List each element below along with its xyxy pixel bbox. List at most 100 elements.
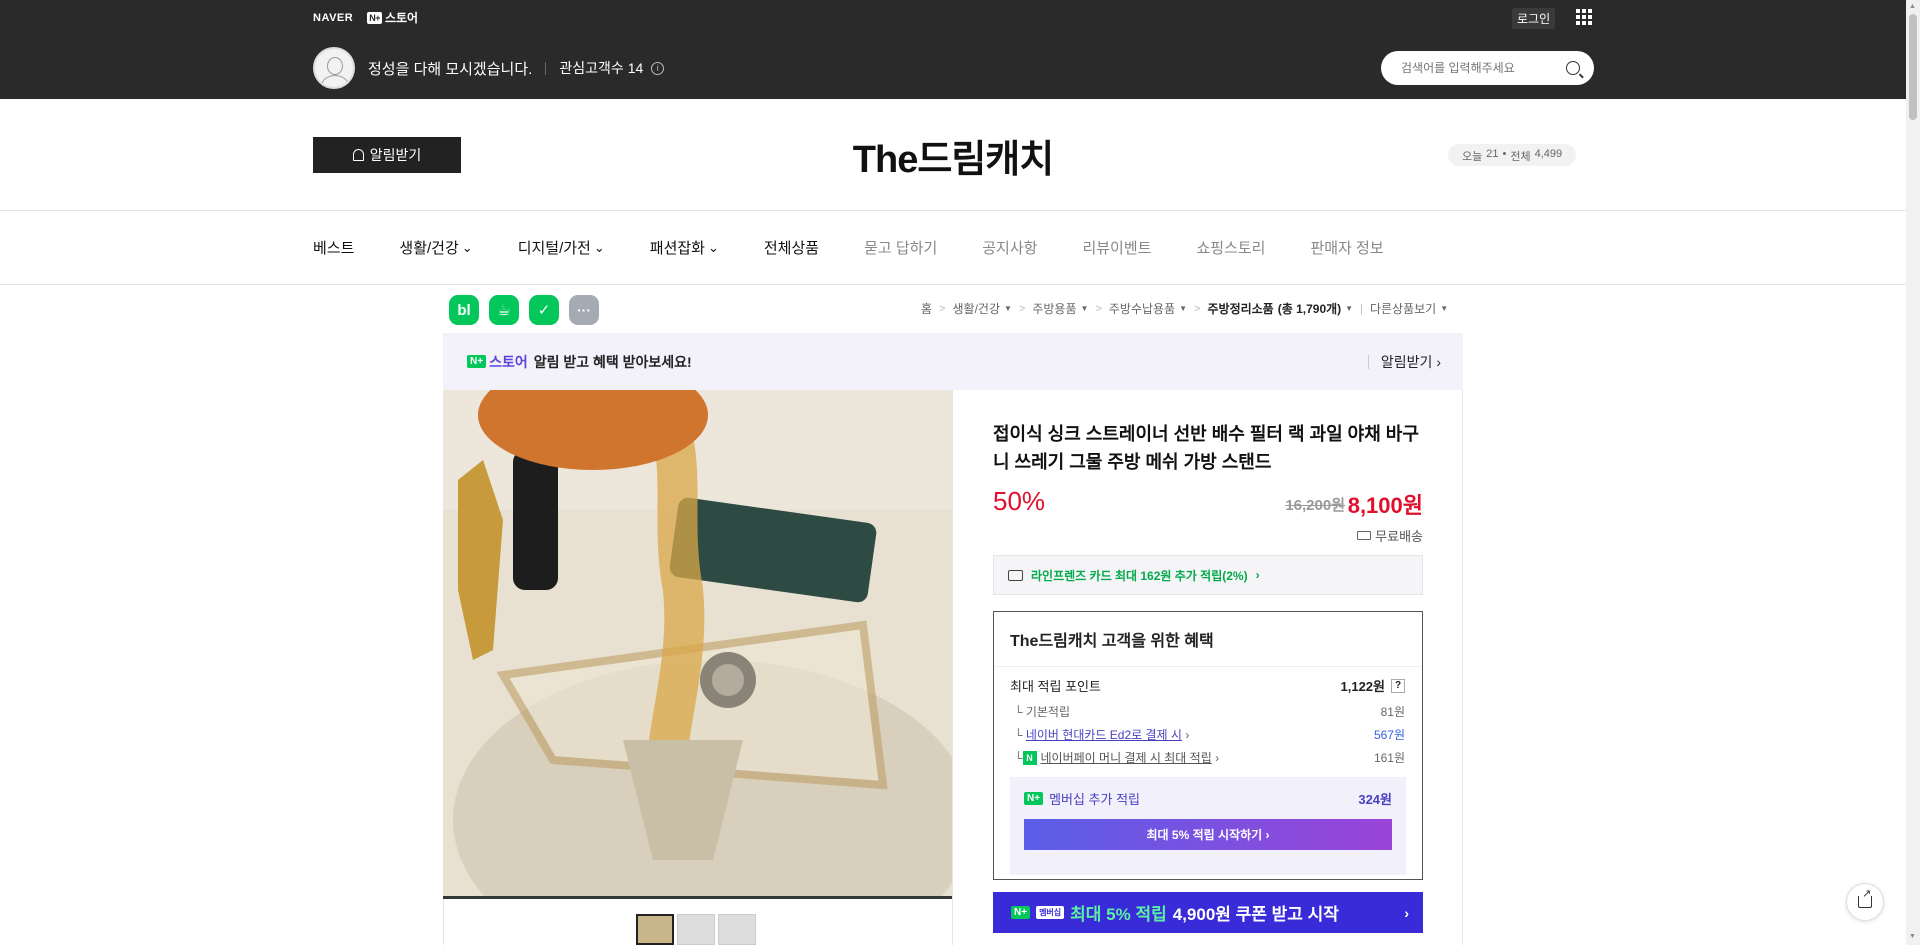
notice-action-label: 알림받기 (1380, 353, 1433, 370)
card-benefit-text: 라인프렌즈 카드 최대 162원 추가 적립(2%) (1031, 568, 1248, 583)
membership-button-label: 최대 5% 적립 시작하기 (1146, 828, 1263, 842)
discount-rate: 50% (993, 486, 1046, 516)
search-box (1381, 51, 1594, 85)
blog-share-icon[interactable]: bl (449, 295, 479, 325)
npay-points-link[interactable]: 네이버페이 머니 결제 시 최대 적립 (1041, 749, 1212, 766)
npay-points-value: 161원 (1373, 751, 1405, 765)
cafe-share-icon[interactable]: ☕ (489, 295, 519, 325)
menu-item-label: 생활/건강 (399, 240, 459, 257)
top-header: NAVER N+ 스토어 로그인 정성을 다해 모시겠습니다. 관심고객수 14… (0, 0, 1920, 99)
more-share-icon[interactable]: ··· (569, 295, 599, 325)
share-button[interactable] (1846, 883, 1884, 921)
today-count: 21 (1486, 148, 1499, 160)
scroll-up-arrow[interactable]: ▲ (1909, 3, 1916, 10)
naver-logo[interactable]: NAVER (313, 12, 353, 24)
chevron-down-icon: ⌄ (593, 239, 605, 255)
npay-points-row: └ N 네이버페이 머니 결제 시 최대 적립 › 161원 (1014, 749, 1405, 766)
notice-store-label: 스토어 (489, 353, 528, 370)
membership-label-text: 멤버십 추가 적립 (1049, 792, 1141, 807)
menu-item-label: 베스트 (313, 240, 355, 257)
membership-value: 324원 (1358, 792, 1392, 807)
credit-card-icon (1008, 569, 1023, 581)
menu-item[interactable]: 리뷰이벤트 (1082, 237, 1151, 258)
menu-item-label: 리뷰이벤트 (1082, 240, 1152, 257)
menu-item-label: 판매자 정보 (1310, 240, 1384, 257)
store-benefits-box: The드림캐치 고객을 위한 혜택 최대 적립 포인트 1,122원 ? └ 기… (993, 611, 1423, 880)
nplus-badge: N+ (1011, 906, 1031, 919)
menu-item-label: 전체상품 (763, 240, 820, 257)
truck-icon (1357, 531, 1372, 540)
menu-item-label: 디지털/가전 (517, 240, 591, 257)
breadcrumb-item[interactable]: 주방수납용품 (1109, 300, 1175, 317)
breadcrumb-item[interactable]: 주방용품 (1032, 300, 1076, 317)
divider (545, 61, 547, 75)
membership-label: N+ 멤버십 추가 적립 (1024, 789, 1140, 808)
menu-item[interactable]: 공지사항 (982, 237, 1037, 258)
product-title: 접이식 싱크 스트레이너 선반 배수 필터 랙 과일 야채 바구니 쓰레기 그물… (993, 424, 1419, 472)
other-products-link[interactable]: 다른상품보기 (1370, 300, 1436, 317)
nplus-badge: N+ (467, 355, 487, 368)
max-points-label: 최대 적립 포인트 (1010, 679, 1101, 694)
visit-counter: 오늘 21 • 전체 4,499 (1448, 144, 1577, 166)
scrollbar-thumb[interactable] (1909, 14, 1917, 120)
menu-item[interactable]: 베스트 (313, 237, 354, 258)
basic-points-value: 81원 (1380, 705, 1405, 719)
chevron-down-icon: ⌄ (707, 239, 719, 255)
scroll-down-arrow[interactable]: ▼ (1909, 933, 1916, 940)
nplus-store-link[interactable]: N+ 스토어 (367, 9, 418, 26)
basic-points-row: └ 기본적립 81원 (1014, 705, 1405, 719)
notice-text: 알림 받고 혜택 받아보세요! (533, 353, 692, 370)
shipping-label: 무료배송 (1375, 529, 1423, 544)
fans-number: 14 (627, 60, 644, 76)
help-icon[interactable]: ? (1391, 678, 1405, 693)
menu-item-label: 쇼핑스토리 (1196, 240, 1266, 257)
notice-notify-button[interactable]: 알림받기 › (1368, 352, 1441, 372)
chevron-right-icon: › (1404, 904, 1409, 921)
menu-item[interactable]: 전체상품 (764, 237, 819, 258)
apps-grid-icon[interactable] (1576, 9, 1592, 25)
menu-item[interactable]: 패션잡화 ⌄ (650, 237, 719, 258)
fans-count: 관심고객수 14 i (559, 58, 665, 78)
thumbnail[interactable] (718, 914, 756, 945)
divider (0, 210, 1906, 211)
store-title[interactable]: The드림캐치 (0, 128, 1906, 183)
total-label: 전체 (1510, 151, 1531, 163)
breadcrumb-home[interactable]: 홈 (921, 300, 932, 317)
login-button[interactable]: 로그인 (1512, 8, 1556, 29)
breadcrumb-current[interactable]: 주방정리소품 (1207, 300, 1273, 317)
bookmark-share-icon[interactable]: ✓ (529, 295, 559, 325)
menu-item[interactable]: 판매자 정보 (1310, 237, 1383, 258)
share-icon (1858, 887, 1872, 908)
store-label: 스토어 (384, 11, 419, 25)
menu-item[interactable]: 묻고 답하기 (864, 237, 937, 258)
dot-separator: • (1502, 148, 1507, 160)
npay-icon: N (1022, 750, 1037, 765)
membership-coupon-banner[interactable]: N+ 멤버십 최대 5% 적립 4,900원 쿠폰 받고 시작 › (993, 892, 1423, 933)
menu-item[interactable]: 쇼핑스토리 (1196, 237, 1265, 258)
sns-buttons: bl ☕ ✓ ··· (449, 295, 599, 325)
divider (0, 284, 1906, 285)
info-icon[interactable]: i (651, 61, 665, 75)
scrollbar-track[interactable] (1906, 0, 1920, 945)
store-slogan: 정성을 다해 모시겠습니다. (368, 60, 533, 78)
category-menu: 베스트 생활/건강 ⌄ 디지털/가전 ⌄ 패션잡화 ⌄ 전체상품 묻고 답하기 공지사항 리뷰이벤트… (313, 237, 1429, 258)
card-points-link[interactable]: 네이버 현대카드 Ed2로 결제 시 (1026, 728, 1182, 742)
price-row: 50% 16,200원 8,100원 (993, 486, 1423, 526)
nplus-store-logo: N+ 스토어 (467, 352, 528, 372)
card-benefit-link[interactable]: 라인프렌즈 카드 최대 162원 추가 적립(2%) › (993, 555, 1423, 595)
thumbnail[interactable] (636, 914, 674, 945)
thumbnail[interactable] (677, 914, 715, 945)
product-main-image[interactable] (443, 390, 952, 899)
search-input[interactable] (1401, 61, 1561, 75)
breadcrumb-item[interactable]: 생활/건강 (952, 300, 1000, 317)
max-points-row: 최대 적립 포인트 1,122원 ? (1010, 676, 1405, 695)
menu-item[interactable]: 생활/건강 ⌄ (399, 237, 472, 258)
nplus-badge: N+ (1024, 792, 1044, 805)
fans-label: 관심고객수 (559, 60, 624, 76)
search-icon[interactable] (1566, 61, 1580, 75)
membership-start-button[interactable]: 최대 5% 적립 시작하기 › (1024, 819, 1392, 850)
store-avatar[interactable] (313, 47, 355, 89)
coupon-highlight: 최대 5% 적립 (1070, 905, 1167, 924)
card-points-value: 567원 (1373, 728, 1405, 742)
menu-item[interactable]: 디지털/가전 ⌄ (518, 237, 605, 258)
